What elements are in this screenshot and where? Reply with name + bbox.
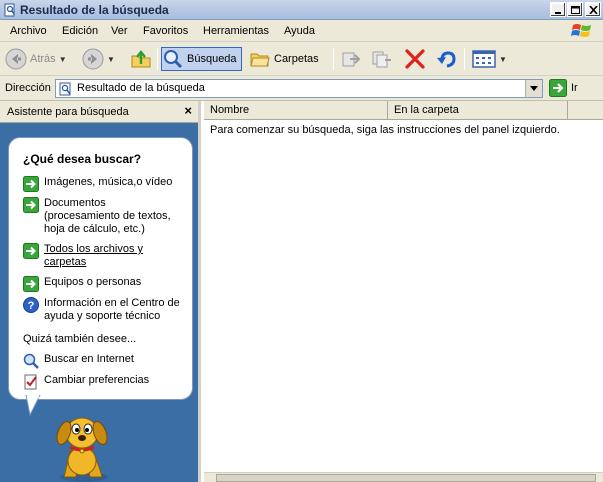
menu-edicion[interactable]: Edición bbox=[62, 25, 98, 37]
chevron-down-icon bbox=[530, 86, 538, 91]
window-title: Resultado de la búsqueda bbox=[20, 3, 169, 17]
option-all-files-folders[interactable]: Todos los archivos y carpetas bbox=[23, 243, 154, 269]
close-window-button[interactable] bbox=[585, 2, 601, 17]
maximize-icon bbox=[571, 6, 580, 14]
maximize-button[interactable] bbox=[567, 2, 583, 17]
menu-favoritos[interactable]: Favoritos bbox=[143, 25, 188, 37]
menu-herramientas[interactable]: Herramientas bbox=[203, 25, 269, 37]
minimize-button[interactable] bbox=[550, 2, 566, 17]
option-documents[interactable]: Documentos (procesamiento de textos, hoj… bbox=[23, 197, 179, 236]
toolbar: Atrás ▼ ▼ Búsqueda Carpetas ▼ bbox=[0, 42, 603, 76]
search-companion-pane: Asistente para búsqueda × ¿Qué desea bus… bbox=[0, 101, 201, 482]
chevron-down-icon: ▼ bbox=[499, 54, 507, 64]
back-button[interactable]: Atrás ▼ bbox=[5, 47, 67, 71]
up-folder-button[interactable] bbox=[130, 47, 152, 71]
search-internet-link[interactable]: Buscar en Internet bbox=[23, 353, 184, 369]
search-dog-icon[interactable] bbox=[48, 411, 118, 482]
column-header-folder[interactable]: En la carpeta bbox=[388, 101, 568, 120]
folders-button[interactable]: Carpetas bbox=[249, 47, 319, 71]
search-question: ¿Qué desea buscar? bbox=[23, 152, 142, 166]
folders-icon bbox=[250, 53, 270, 67]
menu-bar: Archivo Edición Ver Favoritos Herramient… bbox=[0, 20, 603, 42]
results-pane: Nombre En la carpeta Para comenzar su bú… bbox=[204, 101, 603, 482]
views-icon bbox=[472, 50, 496, 68]
undo-icon bbox=[437, 51, 456, 68]
delete-button[interactable] bbox=[404, 47, 426, 71]
also-heading: Quizá también desee... bbox=[23, 333, 137, 345]
address-dropdown-button[interactable] bbox=[525, 80, 542, 97]
green-arrow-icon bbox=[23, 197, 39, 213]
views-button[interactable]: ▼ bbox=[472, 47, 507, 71]
search-window-icon bbox=[4, 3, 16, 17]
option-images-music-video[interactable]: Imágenes, música,o vídeo bbox=[23, 176, 184, 192]
search-pane-title: Asistente para búsqueda bbox=[7, 106, 129, 118]
chevron-down-icon: ▼ bbox=[107, 54, 115, 64]
copy-to-button[interactable] bbox=[371, 47, 393, 71]
address-label: Dirección bbox=[5, 82, 51, 94]
address-bar: Dirección Resultado de la búsqueda Ir bbox=[0, 76, 603, 101]
minimize-icon bbox=[555, 12, 561, 14]
green-arrow-icon bbox=[23, 243, 39, 259]
delete-x-icon bbox=[405, 49, 425, 69]
green-arrow-icon bbox=[23, 176, 39, 192]
go-button[interactable]: Ir bbox=[549, 79, 578, 97]
search-button[interactable]: Búsqueda bbox=[161, 47, 242, 71]
menu-ayuda[interactable]: Ayuda bbox=[284, 25, 315, 37]
toolbar-separator bbox=[333, 48, 334, 70]
close-pane-icon[interactable]: × bbox=[184, 103, 192, 118]
undo-button[interactable] bbox=[435, 47, 457, 71]
empty-results-hint: Para comenzar su búsqueda, siga las inst… bbox=[210, 124, 560, 136]
move-to-button[interactable] bbox=[340, 47, 362, 71]
toolbar-separator bbox=[464, 48, 465, 70]
go-arrow-icon bbox=[549, 79, 567, 97]
magnifier-icon bbox=[164, 50, 183, 69]
change-preferences-link[interactable]: Cambiar preferencias bbox=[23, 374, 184, 390]
balloon-tail bbox=[25, 395, 41, 417]
horizontal-scrollbar[interactable] bbox=[204, 472, 603, 482]
back-arrow-icon bbox=[5, 48, 27, 70]
green-arrow-icon bbox=[23, 276, 39, 292]
preferences-icon bbox=[24, 374, 37, 390]
chevron-down-icon: ▼ bbox=[58, 54, 67, 64]
title-bar[interactable]: Resultado de la búsqueda bbox=[0, 0, 603, 20]
toolbar-separator bbox=[157, 48, 158, 70]
forward-arrow-icon bbox=[82, 48, 104, 70]
search-balloon: ¿Qué desea buscar? Imágenes, música,o ví… bbox=[8, 137, 193, 400]
copy-to-icon bbox=[372, 51, 391, 68]
move-to-icon bbox=[342, 52, 361, 67]
help-icon: ? bbox=[23, 297, 39, 313]
menu-ver[interactable]: Ver bbox=[111, 25, 128, 37]
address-value: Resultado de la búsqueda bbox=[77, 82, 205, 94]
scrollbar-thumb[interactable] bbox=[216, 474, 596, 482]
search-pane-header: Asistente para búsqueda × bbox=[0, 101, 198, 123]
column-header-name[interactable]: Nombre bbox=[204, 101, 388, 120]
up-folder-icon bbox=[131, 50, 151, 68]
menu-archivo[interactable]: Archivo bbox=[10, 25, 47, 37]
column-header-empty bbox=[568, 101, 603, 120]
search-results-icon bbox=[59, 82, 73, 99]
option-help-center[interactable]: ? Información en el Centro de ayuda y so… bbox=[23, 297, 184, 323]
internet-search-icon bbox=[23, 353, 39, 369]
forward-button[interactable]: ▼ bbox=[82, 47, 115, 71]
svg-text:?: ? bbox=[28, 300, 35, 312]
address-input[interactable]: Resultado de la búsqueda bbox=[55, 79, 543, 98]
option-computers-people[interactable]: Equipos o personas bbox=[23, 276, 184, 292]
windows-logo-icon bbox=[571, 22, 593, 40]
close-icon bbox=[589, 6, 598, 14]
